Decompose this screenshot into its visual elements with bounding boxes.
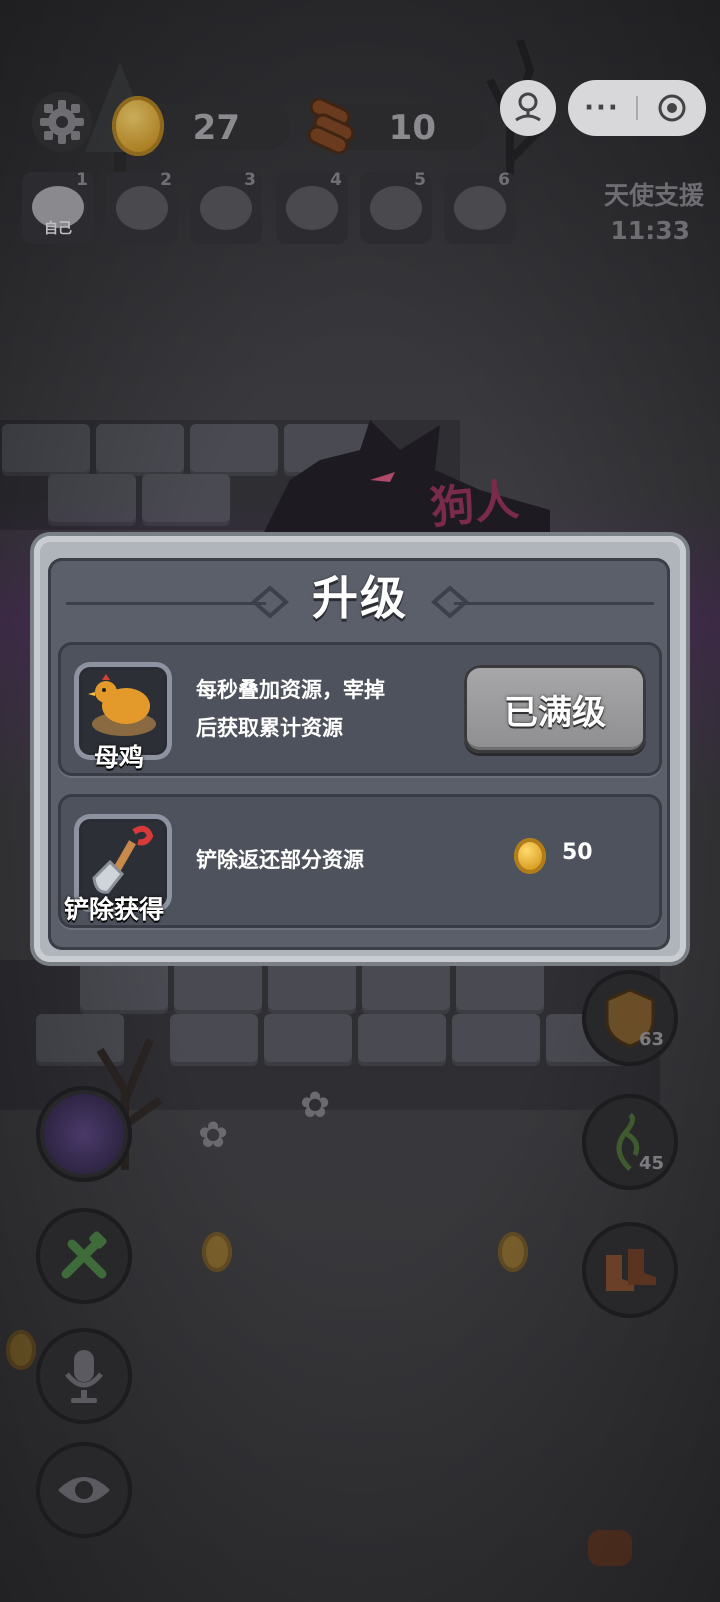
- wall-brick: [96, 424, 184, 476]
- angel-support-label[interactable]: 天使支援: [604, 176, 704, 212]
- gear-icon: [40, 100, 84, 144]
- coin-icon: [112, 96, 164, 156]
- sheep-avatar: [116, 186, 168, 230]
- wall-brick: [264, 1014, 352, 1066]
- coin-count: 27: [192, 108, 240, 148]
- record-icon: [658, 94, 686, 122]
- build-tools-button[interactable]: [36, 1208, 132, 1304]
- sheep-avatar: [286, 186, 338, 230]
- flower-decoration: ✿: [198, 1115, 229, 1156]
- player-slot-5[interactable]: 5: [360, 170, 432, 244]
- wall-brick: [80, 962, 168, 1014]
- wood-count: 10: [388, 108, 436, 148]
- wall-brick: [358, 1014, 446, 1066]
- sheep-avatar: [200, 186, 252, 230]
- view-toggle-button[interactable]: [36, 1442, 132, 1538]
- hammer-wrench-icon: [61, 1231, 107, 1279]
- shield-count: 63: [638, 1029, 664, 1050]
- slot-number: 5: [414, 170, 426, 190]
- game-center-button[interactable]: [500, 80, 556, 136]
- hen-item-name: 母鸡: [94, 743, 145, 772]
- settings-button[interactable]: [32, 92, 92, 152]
- angel-support-timer: 11:33: [610, 216, 690, 245]
- slot-number: 1: [76, 170, 88, 190]
- wall-brick: [456, 962, 544, 1014]
- player-slot-4[interactable]: 4: [276, 170, 348, 244]
- slot-number: 4: [330, 170, 342, 190]
- wolf-banner-text: 狗人: [428, 474, 521, 535]
- character-skill-button[interactable]: [36, 1086, 132, 1182]
- wall-brick: [452, 1014, 540, 1066]
- thorn-count: 45: [638, 1153, 664, 1174]
- player-slot-3[interactable]: 3: [190, 170, 262, 244]
- player-slot-6[interactable]: 6: [444, 170, 516, 244]
- hen-description-line2: 后获取累计资源: [196, 716, 343, 740]
- voice-chat-button[interactable]: [36, 1328, 132, 1424]
- boots-skill-button[interactable]: [582, 1222, 678, 1318]
- hen-icon: [88, 674, 156, 736]
- wall-brick: [2, 424, 90, 476]
- coin-counter: 27: [112, 96, 290, 156]
- wall-brick: [170, 1014, 258, 1066]
- player-slot-1[interactable]: 1 自己: [22, 170, 94, 244]
- microphone-icon: [65, 1350, 103, 1403]
- wall-brick: [268, 962, 356, 1014]
- boots-icon: [606, 1249, 656, 1291]
- mini-program-capsule: ···: [568, 80, 706, 136]
- eye-icon: [58, 1477, 110, 1503]
- slot-number: 2: [160, 170, 172, 190]
- wood-counter: 10: [307, 98, 486, 154]
- slot-number: 3: [244, 170, 256, 190]
- more-button[interactable]: ···: [568, 80, 636, 136]
- wall-brick: [362, 962, 450, 1014]
- player-slot-2[interactable]: 2: [106, 170, 178, 244]
- close-mini-program-button[interactable]: [638, 80, 706, 136]
- shield-skill-button[interactable]: 63: [582, 970, 678, 1066]
- dropped-coin[interactable]: [498, 1232, 528, 1272]
- thorn-skill-button[interactable]: 45: [582, 1094, 678, 1190]
- wall-brick: [174, 962, 262, 1014]
- slot-number: 6: [498, 170, 510, 190]
- refund-amount: 50: [562, 840, 593, 865]
- more-dots-icon: ···: [584, 93, 620, 123]
- joystick-icon: [515, 92, 541, 122]
- wood-pile-icon[interactable]: [588, 1530, 632, 1566]
- sheep-avatar: [454, 186, 506, 230]
- remove-description: 铲除返还部分资源: [196, 848, 364, 872]
- hen-description-line1: 每秒叠加资源，宰掉: [196, 678, 385, 702]
- sheep-portrait-icon: [44, 1094, 124, 1174]
- sheep-avatar: [370, 186, 422, 230]
- wood-icon: [307, 98, 355, 154]
- dropped-coin[interactable]: [6, 1330, 36, 1370]
- max-level-button[interactable]: 已满级: [464, 665, 646, 753]
- flower-decoration: ✿: [300, 1085, 331, 1126]
- dialog-title: 升级: [312, 571, 408, 625]
- refund-coin-icon: [514, 838, 546, 874]
- shovel-item-name: 铲除获得: [64, 895, 165, 924]
- dropped-coin[interactable]: [202, 1232, 232, 1272]
- self-tag: 自己: [44, 221, 72, 237]
